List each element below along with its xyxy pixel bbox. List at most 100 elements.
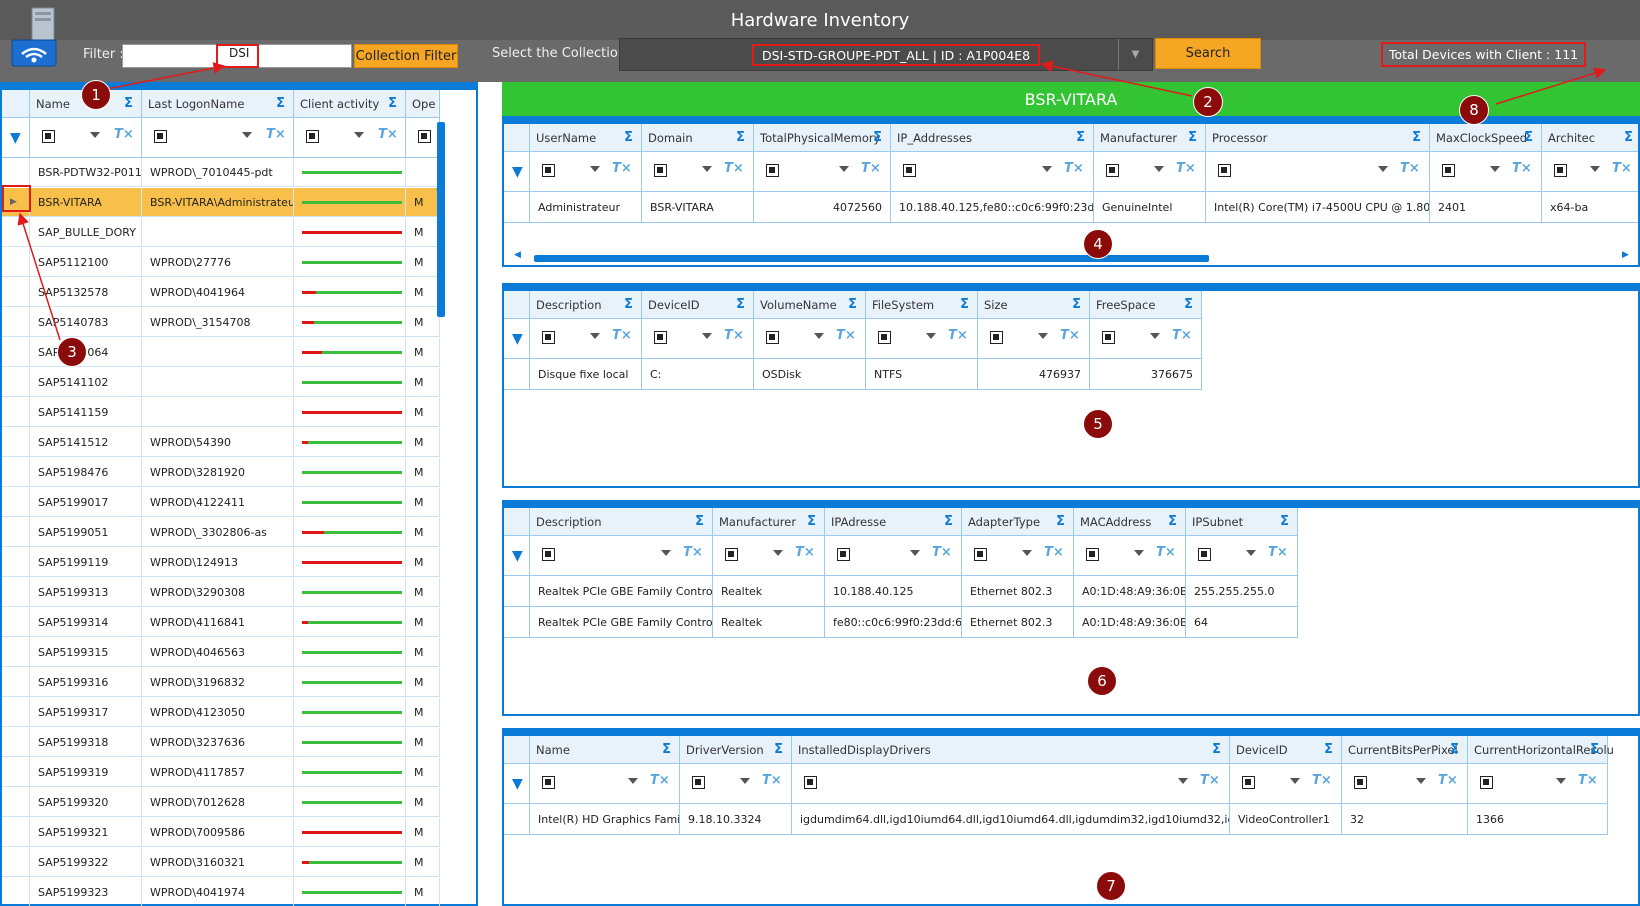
sum-icon[interactable]: Σ [736,130,745,145]
filter-checkbox[interactable] [542,776,555,789]
chevron-down-icon[interactable] [1590,166,1600,172]
table-row[interactable]: Realtek PCIe GBE Family Controller Realte… [504,607,1298,638]
collection-select[interactable]: DSI-STD-GROUPE-PDT_ALL | ID : A1P004E8 ▼ [619,38,1153,71]
filter-checkbox[interactable] [654,331,667,344]
row-expander[interactable] [2,608,30,636]
chevron-down-icon[interactable] [1290,778,1300,784]
chevron-down-icon[interactable] [1178,778,1188,784]
filter-checkbox[interactable] [1198,548,1211,561]
funnel-icon[interactable]: ▼ [512,548,523,564]
filter-checkbox[interactable] [990,331,1003,344]
clear-filter-icon[interactable]: T× [724,161,744,176]
filter-checkbox[interactable] [766,164,779,177]
row-expander[interactable] [2,818,30,846]
funnel-icon[interactable]: ▼ [10,130,21,146]
sum-icon[interactable]: Σ [960,297,969,312]
filter-checkbox[interactable] [1242,776,1255,789]
clear-filter-icon[interactable]: T× [1612,161,1632,176]
row-expander[interactable] [2,428,30,456]
sum-icon[interactable]: Σ [1212,742,1221,757]
table-row[interactable]: SAP5141512 WPROD\54390 M [2,428,440,457]
chevron-down-icon[interactable] [1038,333,1048,339]
row-expander[interactable] [2,368,30,396]
sum-icon[interactable]: Σ [662,742,671,757]
filter-cell[interactable]: T× [1230,764,1342,803]
filter-cell[interactable]: T× [962,536,1074,575]
table-row[interactable]: SAP5199318 WPROD\3237636 M [2,728,440,757]
filter-cell[interactable]: T× [1430,152,1542,191]
filter-cell[interactable]: T× [530,536,713,575]
sum-icon[interactable]: Σ [1188,130,1197,145]
row-expander[interactable] [2,758,30,786]
clear-filter-icon[interactable]: T× [1044,545,1064,560]
clear-filter-icon[interactable]: T× [836,328,856,343]
table-row[interactable]: BSR-PDTW32-P011 WPROD\_7010445-pdt [2,158,440,187]
filter-checkbox[interactable] [837,548,850,561]
table-row[interactable]: SAP5199313 WPROD\3290308 M [2,578,440,607]
sum-icon[interactable]: Σ [695,514,704,529]
chevron-down-icon[interactable] [590,166,600,172]
column-header[interactable]: CurrentHorizontalResolu Σ [1468,736,1614,763]
column-header[interactable]: Name Σ [530,736,680,763]
table-row[interactable]: SAP5132578 WPROD\4041964 M [2,278,440,307]
column-header[interactable]: Processor Σ [1206,124,1430,151]
chevron-down-icon[interactable] [628,778,638,784]
table-row[interactable]: SAP5199320 WPROD\7012628 M [2,788,440,817]
column-header[interactable]: DeviceID Σ [1230,736,1342,763]
sum-icon[interactable]: Σ [388,96,397,111]
sum-icon[interactable]: Σ [1076,130,1085,145]
chevron-down-icon[interactable] [1416,778,1426,784]
funnel-icon[interactable]: ▼ [512,164,523,180]
chevron-down-icon[interactable] [90,132,100,138]
clear-filter-icon[interactable]: T× [1400,161,1420,176]
column-header[interactable]: Manufacturer Σ [1094,124,1206,151]
collection-filter-button[interactable]: Collection Filter [354,44,458,68]
filter-cell[interactable]: T× [1074,536,1186,575]
chevron-down-icon[interactable] [1490,166,1500,172]
column-header[interactable]: InstalledDisplayDrivers Σ [792,736,1230,763]
clear-filter-icon[interactable]: T× [795,545,815,560]
table-row[interactable]: Administrateur BSR-VITARA 4072560 10.188.40… [504,192,1638,223]
vertical-scrollbar[interactable] [437,122,445,317]
filter-cell[interactable]: T× [754,319,866,358]
filter-checkbox[interactable] [1218,164,1231,177]
column-header[interactable]: IPSubnet Σ [1186,508,1298,535]
row-expander[interactable] [2,308,30,336]
filter-checkbox[interactable] [692,776,705,789]
filter-checkbox[interactable] [804,776,817,789]
funnel-icon[interactable]: ▼ [512,776,523,792]
row-expander[interactable] [2,458,30,486]
table-row[interactable]: SAP_BULLE_DORY M [2,218,440,247]
sum-icon[interactable]: Σ [944,514,953,529]
filter-checkbox[interactable] [766,331,779,344]
chevron-down-icon[interactable] [1022,550,1032,556]
sum-icon[interactable]: Σ [1524,130,1533,145]
chevron-down-icon[interactable] [740,778,750,784]
table-row[interactable]: SAP5199051 WPROD\_3302806-as M [2,518,440,547]
filter-checkbox[interactable] [1102,331,1115,344]
sum-icon[interactable]: Σ [624,297,633,312]
row-expander[interactable] [2,788,30,816]
clear-filter-icon[interactable]: T× [1578,773,1598,788]
row-expander[interactable] [2,338,30,366]
filter-cell[interactable]: T× [680,764,792,803]
filter-cell[interactable]: T× [642,319,754,358]
table-row[interactable]: SAP5198476 WPROD\3281920 M [2,458,440,487]
clear-filter-icon[interactable]: T× [1200,773,1220,788]
filter-cell[interactable]: T× [713,536,825,575]
sum-icon[interactable]: Σ [736,297,745,312]
table-row[interactable]: ▶ BSR-VITARA BSR-VITARA\Administrateur M [2,188,440,217]
table-row[interactable]: SAP5199314 WPROD\4116841 M [2,608,440,637]
chevron-down-icon[interactable] [1150,333,1160,339]
row-expander[interactable] [2,698,30,726]
filter-cell[interactable]: T× [825,536,962,575]
row-expander[interactable] [2,158,30,186]
column-header[interactable]: IP_Addresses Σ [891,124,1094,151]
column-header[interactable]: MaxClockSpeed Σ [1430,124,1542,151]
clear-filter-icon[interactable]: T× [266,127,286,142]
sum-icon[interactable]: Σ [1072,297,1081,312]
table-row[interactable]: SAP5141159 M [2,398,440,427]
column-header[interactable]: DeviceID Σ [642,291,754,318]
filter-checkbox[interactable] [306,130,319,143]
filter-checkbox[interactable] [974,548,987,561]
